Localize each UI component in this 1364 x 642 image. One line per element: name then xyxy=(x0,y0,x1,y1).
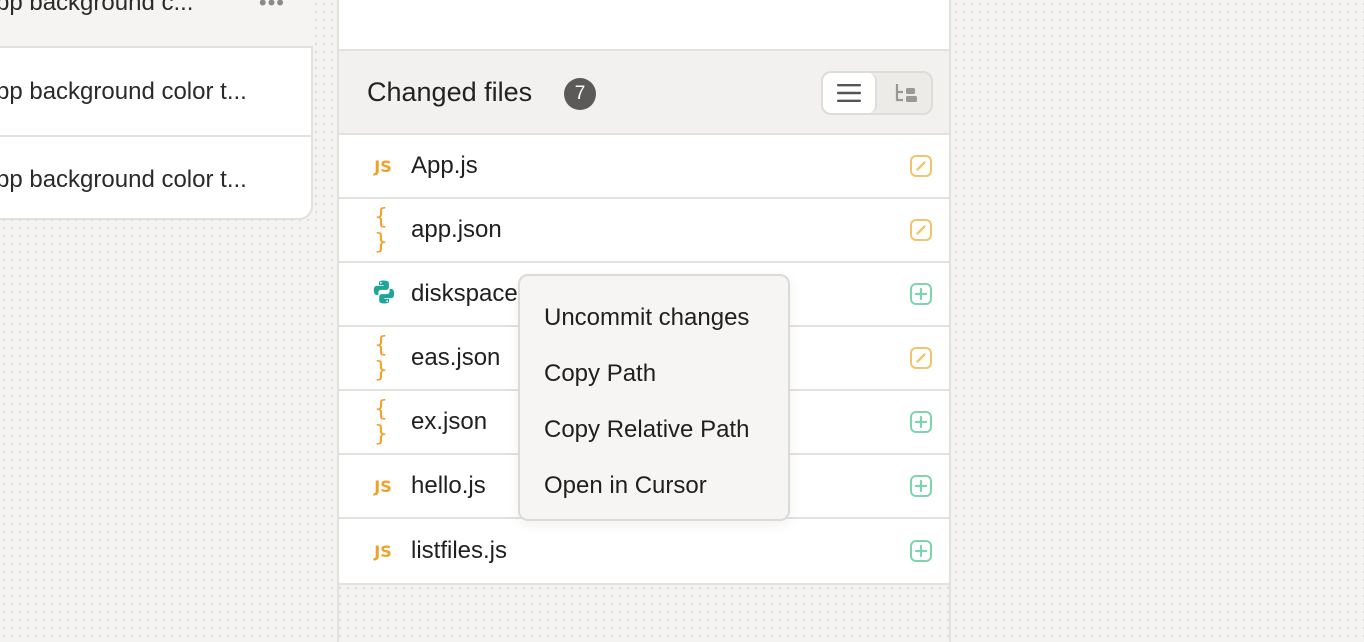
tree-view-icon xyxy=(895,84,917,102)
python-icon xyxy=(370,279,398,310)
commit-item[interactable]: pp background color t... xyxy=(0,49,313,137)
json-icon: { } xyxy=(374,205,392,255)
list-view-icon xyxy=(837,84,861,102)
file-row[interactable]: JS listfiles.js xyxy=(339,519,949,583)
commit-summary-section xyxy=(339,0,949,51)
commit-list: pp background c... ••• pp background col… xyxy=(0,0,313,220)
modified-status-icon xyxy=(909,346,933,370)
view-mode-toggle xyxy=(821,71,933,115)
javascript-icon: JS xyxy=(374,541,392,561)
commit-message: pp background color t... xyxy=(0,166,247,193)
commit-message: pp background color t... xyxy=(0,78,247,105)
list-view-button[interactable] xyxy=(823,73,877,113)
javascript-icon: JS xyxy=(374,476,392,496)
json-icon: { } xyxy=(374,397,392,447)
file-context-menu: Uncommit changes Copy Path Copy Relative… xyxy=(518,274,790,521)
file-name: hello.js xyxy=(411,472,486,499)
changed-files-header: Changed files 7 xyxy=(339,51,949,135)
added-status-icon xyxy=(909,282,933,306)
file-name: ex.json xyxy=(411,408,488,435)
file-name: eas.json xyxy=(411,344,501,371)
file-row[interactable]: { } app.json xyxy=(339,199,949,263)
json-icon: { } xyxy=(374,333,392,383)
modified-status-icon xyxy=(909,154,933,178)
menu-item-copy-path[interactable]: Copy Path xyxy=(520,346,788,402)
file-name: app.json xyxy=(411,216,502,243)
more-options-icon[interactable]: ••• xyxy=(259,0,285,16)
commit-item[interactable]: pp background c... ••• xyxy=(0,0,313,48)
commit-item[interactable]: pp background color t... xyxy=(0,136,313,224)
added-status-icon xyxy=(909,539,933,563)
file-row[interactable]: JS App.js xyxy=(339,135,949,199)
added-status-icon xyxy=(909,410,933,434)
file-name: App.js xyxy=(411,152,478,179)
added-status-icon xyxy=(909,474,933,498)
modified-status-icon xyxy=(909,218,933,242)
file-name: diskspace xyxy=(411,280,518,307)
menu-item-open-in-cursor[interactable]: Open in Cursor xyxy=(520,458,788,514)
file-name: listfiles.js xyxy=(411,537,508,564)
menu-item-copy-relative-path[interactable]: Copy Relative Path xyxy=(520,402,788,458)
menu-item-uncommit-changes[interactable]: Uncommit changes xyxy=(520,290,788,346)
tree-view-button[interactable] xyxy=(879,73,931,113)
commit-message: pp background c... xyxy=(0,0,194,16)
javascript-icon: JS xyxy=(374,156,392,176)
changed-files-title: Changed files xyxy=(367,77,533,107)
changed-files-count-badge: 7 xyxy=(564,78,596,110)
